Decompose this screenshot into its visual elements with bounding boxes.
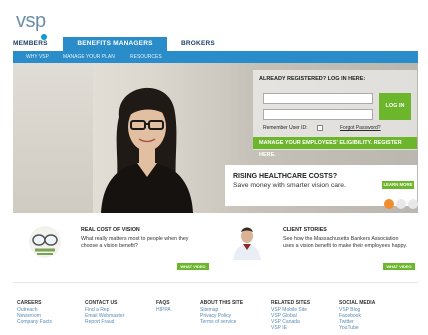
register-banner[interactable]: MANAGE YOUR EMPLOYEES' ELIGIBILITY. REGI… (253, 137, 417, 158)
card-real-cost: REAL COST OF VISION What really matters … (13, 224, 209, 272)
subtab-manage-your-plan[interactable]: MANAGE YOUR PLAN (63, 51, 115, 63)
forgot-password-link[interactable]: Forgot Password? (340, 125, 381, 131)
footer-heading[interactable]: CONTACT US (85, 300, 124, 306)
promo-subtext: Save money with smarter vision care. (233, 182, 346, 189)
tab-benefits-managers[interactable]: BENEFITS MANAGERS (63, 37, 167, 51)
footer-heading[interactable]: ABOUT THIS SITE (200, 300, 243, 306)
remember-user-id-checkbox[interactable] (317, 125, 323, 131)
hero-person-image (101, 87, 193, 213)
login-title: ALREADY REGISTERED? LOG IN HERE: (259, 76, 366, 82)
logo-text: vsp (16, 10, 46, 32)
footer-heading[interactable]: SOCIAL MEDIA (339, 300, 375, 306)
footer-col-related: RELATED SITES VSP Mobile Site VSP Global… (271, 300, 310, 331)
footer-link[interactable]: HIPPA (156, 307, 171, 313)
card-text: What really matters most to people when … (81, 236, 189, 249)
card-client-stories: CLIENT STORIES See how the Massachusetts… (215, 224, 415, 272)
footer-col-social: SOCIAL MEDIA VSP Blog Facebook Twitter Y… (339, 300, 375, 331)
footer-link[interactable]: VSP IE (271, 325, 310, 331)
footer-link[interactable]: Company Facts (17, 319, 52, 325)
carousel-dot-active[interactable] (384, 199, 394, 209)
footer-heading[interactable]: CAREERS (17, 300, 52, 306)
footer-divider (13, 282, 418, 283)
footer-heading[interactable]: FAQS (156, 300, 171, 306)
card-heading: CLIENT STORIES (283, 227, 327, 233)
password-input[interactable] (263, 109, 373, 120)
footer-link[interactable]: Terms of service (200, 319, 243, 325)
tab-members[interactable]: MEMBERS (13, 37, 63, 51)
dollar-glasses-icon (29, 226, 61, 258)
footer-col-contact: CONTACT US Find a Rep Email Webmaster Re… (85, 300, 124, 325)
carousel-dot[interactable] (408, 199, 418, 209)
vsp-logo[interactable]: vsp (16, 10, 56, 40)
learn-more-button[interactable]: LEARN MORE (382, 181, 414, 189)
footer-col-careers: CAREERS Outreach Newsroom Company Facts (17, 300, 52, 325)
remember-user-id-label: Remember User ID: (263, 125, 308, 131)
carousel-dot[interactable] (396, 199, 406, 209)
card-heading: REAL COST OF VISION (81, 227, 140, 233)
subtab-why-vsp[interactable]: WHY VSP (26, 51, 49, 63)
footer-col-faqs: FAQS HIPPA (156, 300, 171, 313)
login-button[interactable]: LOG IN (379, 93, 411, 120)
client-photo (221, 224, 273, 260)
footer-col-about: ABOUT THIS SITE Sitemap Privacy Policy T… (200, 300, 243, 325)
footer-heading[interactable]: RELATED SITES (271, 300, 310, 306)
username-input[interactable] (263, 93, 373, 104)
footer-link[interactable]: YouTube (339, 325, 375, 331)
footer-link[interactable]: Report Fraud (85, 319, 124, 325)
view-video-button[interactable]: WHAT VIDEO (383, 263, 415, 270)
card-text: See how the Massachusetts Bankers Associ… (283, 236, 408, 249)
sub-nav: WHY VSP MANAGE YOUR PLAN RESOURCES (13, 51, 418, 63)
tab-brokers[interactable]: BROKERS (181, 37, 241, 51)
hero-background (13, 63, 93, 213)
view-video-button[interactable]: WHAT VIDEO (177, 263, 209, 270)
main-nav: MEMBERS BENEFITS MANAGERS BROKERS (13, 37, 418, 51)
promo-heading: RISING HEALTHCARE COSTS? (233, 173, 338, 180)
subtab-resources[interactable]: RESOURCES (130, 51, 162, 63)
